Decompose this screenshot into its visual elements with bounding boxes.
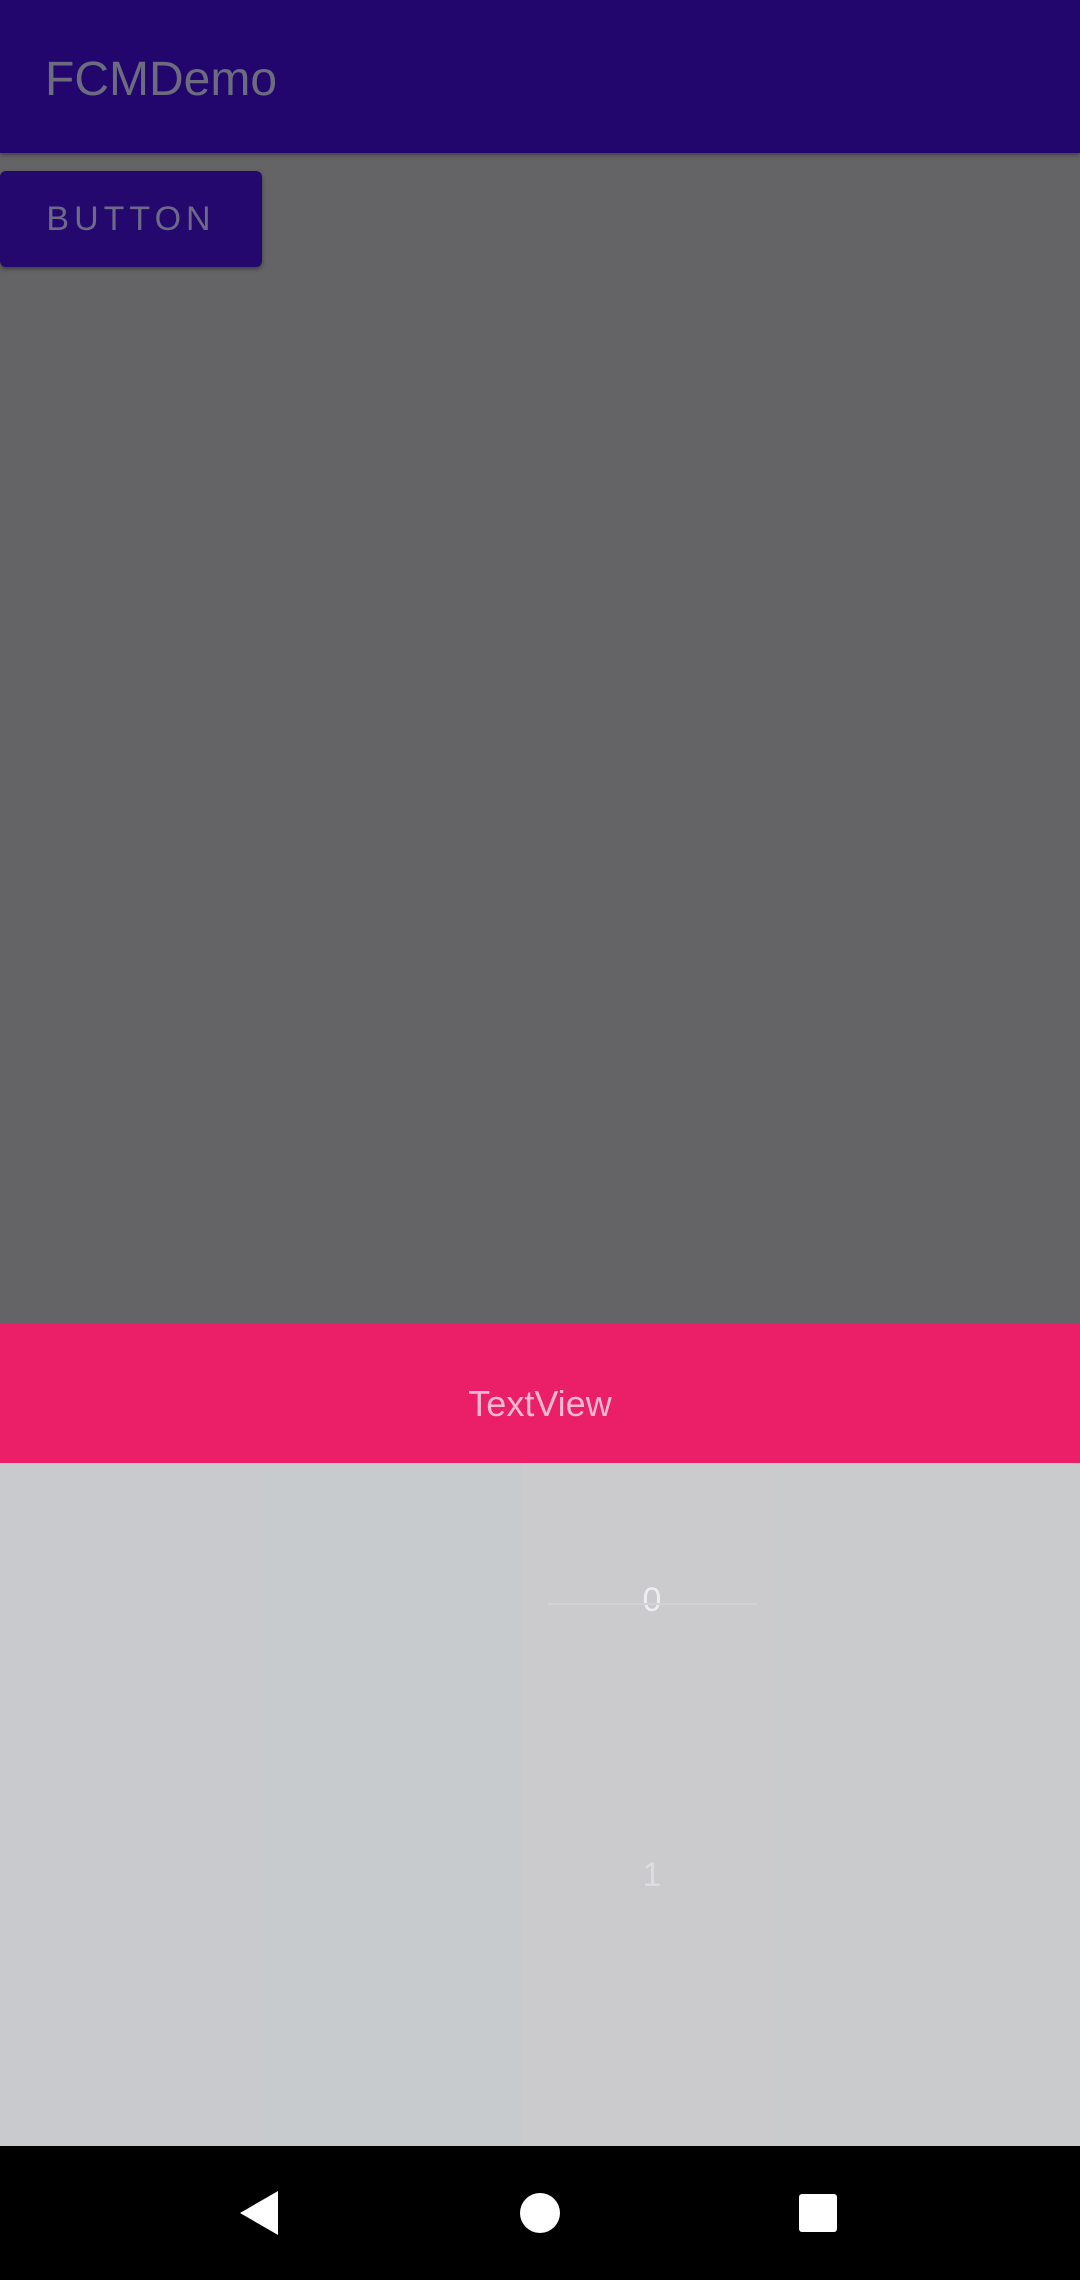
number-picker-area[interactable]: 0 1 - xyxy=(0,1463,1080,2165)
nav-back-button[interactable] xyxy=(184,2146,334,2280)
recents-icon xyxy=(799,2194,837,2232)
content-area xyxy=(0,153,1080,1323)
back-icon xyxy=(240,2191,278,2235)
picker-column[interactable] xyxy=(775,1463,1080,2146)
picker-column[interactable]: 0 1 - xyxy=(522,1463,782,2165)
picker-value-current[interactable]: 0 xyxy=(522,1581,782,1620)
textview-bar: TextView xyxy=(0,1323,1080,1463)
nav-home-button[interactable] xyxy=(465,2146,615,2280)
app-title: FCMDemo xyxy=(45,53,278,106)
main-button[interactable]: BUTTON xyxy=(0,171,262,267)
nav-recents-button[interactable] xyxy=(743,2146,893,2280)
app-bar: FCMDemo xyxy=(0,0,1080,153)
picker-column[interactable] xyxy=(0,1463,260,2146)
home-icon xyxy=(520,2193,560,2233)
picker-selection-divider xyxy=(548,1603,758,1605)
picker-value-next[interactable]: 1 xyxy=(522,1856,782,1895)
picker-column[interactable] xyxy=(262,1463,522,2146)
screen: FCMDemo BUTTON TextView 0 1 - xyxy=(0,0,1080,2280)
system-navigation-bar xyxy=(0,2146,1080,2280)
textview-label: TextView xyxy=(468,1383,612,1424)
